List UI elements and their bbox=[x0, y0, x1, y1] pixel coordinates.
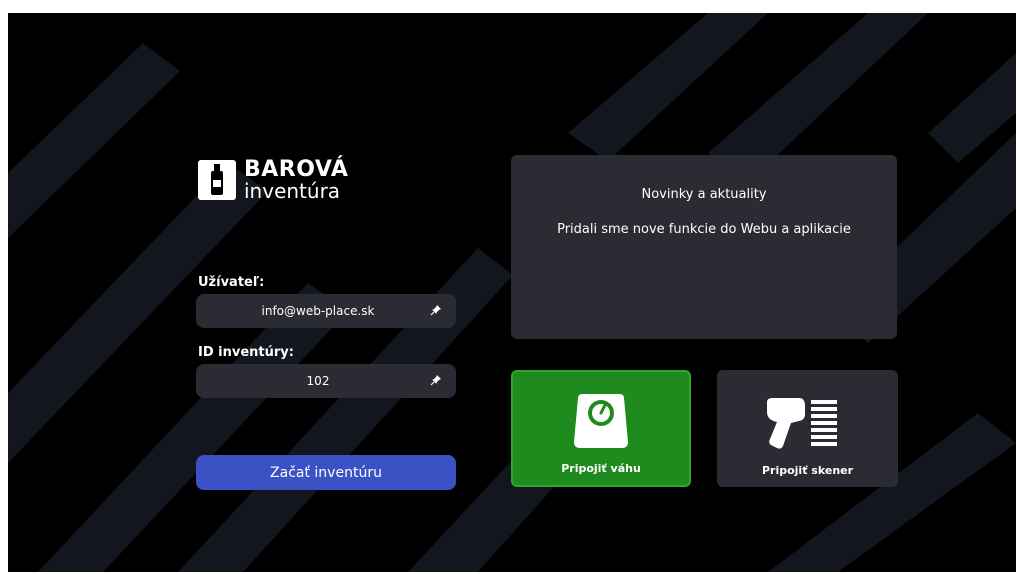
connect-scanner-label: Pripojiť skener bbox=[761, 464, 854, 477]
user-field-value: info@web-place.sk bbox=[261, 304, 375, 318]
connect-scanner-button[interactable]: Pripojiť skener bbox=[717, 370, 898, 487]
connect-scale-label: Pripojiť váhu bbox=[561, 462, 641, 475]
connect-scale-button[interactable]: Pripojiť váhu bbox=[511, 370, 691, 487]
news-title: Novinky a aktuality bbox=[641, 187, 767, 202]
logo-subtitle: inventúra bbox=[244, 179, 341, 203]
user-label: Užívateľ: bbox=[198, 275, 265, 290]
inventory-id-label: ID inventúry: bbox=[198, 345, 294, 360]
app-logo: BAROVÁ inventúra bbox=[198, 159, 348, 201]
user-field[interactable]: info@web-place.sk bbox=[196, 294, 456, 328]
logo-title: BAROVÁ bbox=[244, 157, 349, 182]
barcode-scanner-icon bbox=[766, 398, 837, 449]
pin-icon[interactable] bbox=[430, 304, 442, 316]
inventory-id-field[interactable]: 102 bbox=[196, 364, 456, 398]
bottle-logo-icon bbox=[198, 160, 236, 200]
news-text: Pridali sme nove funkcie do Webu a aplik… bbox=[557, 222, 851, 237]
pin-icon[interactable] bbox=[430, 374, 442, 386]
news-panel: Novinky a aktuality Pridali sme nove fun… bbox=[511, 155, 897, 339]
scale-icon bbox=[574, 394, 628, 448]
inventory-id-value: 102 bbox=[306, 374, 330, 388]
app-screen: BAROVÁ inventúra Užívateľ: info@web-plac… bbox=[8, 13, 1016, 572]
start-inventory-button[interactable]: Začať inventúru bbox=[196, 455, 456, 490]
